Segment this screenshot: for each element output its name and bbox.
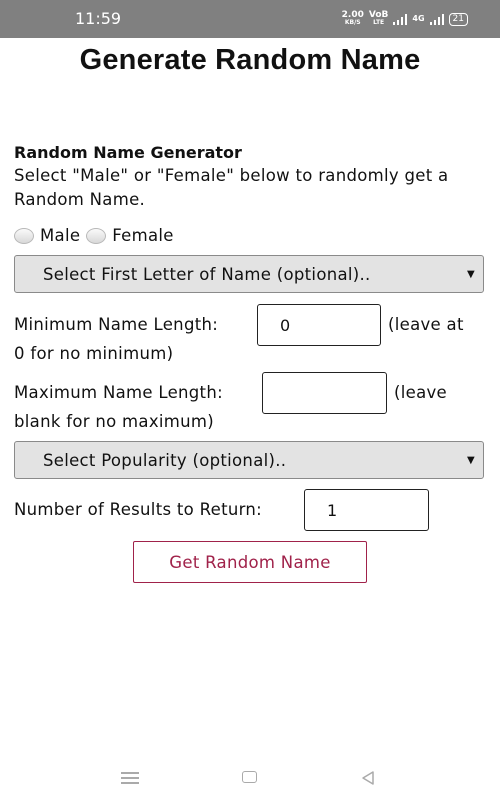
network-speed-value: 2.00 (341, 10, 364, 20)
max-length-hint-2: blank for no maximum) (14, 412, 215, 431)
min-length-hint-2: 0 for no minimum) (14, 344, 174, 363)
male-radio[interactable] (14, 227, 34, 244)
min-length-input[interactable]: 0 (257, 304, 381, 346)
male-label[interactable]: Male (40, 226, 80, 245)
dropdown-arrow-icon: ▼ (467, 454, 475, 466)
max-length-hint-1: (leave (394, 383, 447, 402)
page-title: Generate Random Name (79, 44, 421, 76)
volte-top: VoB (368, 10, 389, 20)
menu-icon[interactable] (121, 772, 139, 784)
signal-icon (393, 13, 408, 25)
first-letter-select-value: Select First Letter of Name (optional).. (43, 264, 371, 284)
results-input[interactable]: 1 (304, 489, 429, 531)
max-length-label: Maximum Name Length: (14, 383, 223, 402)
first-letter-select[interactable]: Select First Letter of Name (optional)..… (14, 255, 484, 293)
female-label[interactable]: Female (112, 226, 173, 245)
home-icon[interactable] (242, 771, 257, 783)
volte-indicator: VoB LTE (369, 11, 389, 27)
signal-icon-2 (429, 13, 444, 25)
back-icon[interactable] (360, 770, 376, 786)
status-bar: 11:59 2.00 KB/S VoB LTE 4G 21 (0, 0, 500, 38)
network-type: 4G (412, 14, 425, 23)
results-value: 1 (327, 500, 338, 520)
dropdown-arrow-icon: ▼ (467, 268, 475, 280)
status-time: 11:59 (75, 9, 122, 28)
battery-icon: 21 (448, 12, 468, 26)
female-radio[interactable] (86, 227, 107, 244)
nav-bar (0, 760, 500, 796)
network-speed-unit: KB/S (344, 19, 361, 26)
status-icons: 2.00 KB/S VoB LTE 4G 21 (342, 10, 468, 28)
popularity-select[interactable]: Select Popularity (optional).. ▼ (14, 441, 484, 479)
popularity-select-value: Select Popularity (optional).. (43, 450, 287, 470)
gender-radio-group: Male Female (14, 226, 180, 245)
max-length-input[interactable] (262, 372, 387, 414)
intro-text: Select "Male" or "Female" below to rando… (14, 166, 449, 209)
volte-bottom: LTE (373, 19, 385, 26)
results-label: Number of Results to Return: (14, 500, 263, 519)
min-length-label: Minimum Name Length: (14, 315, 219, 334)
network-speed: 2.00 KB/S (342, 11, 364, 27)
min-length-hint-1: (leave at (388, 315, 464, 334)
section-title: Random Name Generator (14, 143, 242, 162)
min-length-value: 0 (280, 315, 291, 335)
get-random-name-button[interactable]: Get Random Name (133, 541, 367, 583)
